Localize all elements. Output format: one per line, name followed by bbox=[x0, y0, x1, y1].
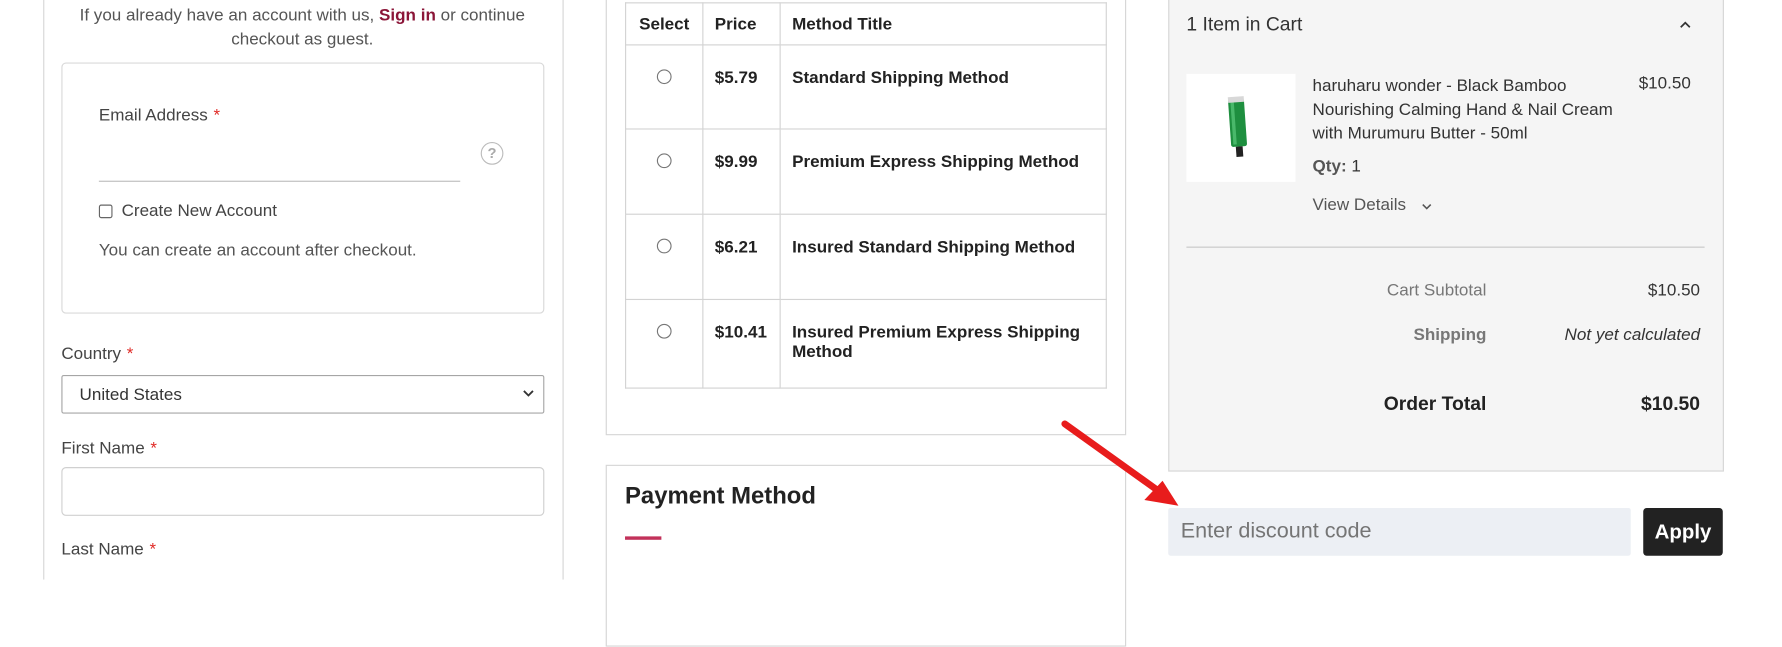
price-cell: $9.99 bbox=[702, 128, 781, 215]
last-name-label: Last Name * bbox=[61, 540, 156, 559]
email-label: Email Address * bbox=[99, 106, 220, 125]
subtotal-label: Cart Subtotal bbox=[1386, 280, 1487, 301]
required-mark: * bbox=[149, 539, 157, 560]
product-name: haruharu wonder - Black Bamboo Nourishin… bbox=[1312, 76, 1613, 144]
country-select-value: United States bbox=[79, 385, 182, 405]
country-select[interactable]: United States bbox=[61, 375, 545, 414]
required-mark: * bbox=[150, 438, 158, 458]
product-price: $10.50 bbox=[1638, 73, 1691, 94]
hand-cream-tube-image bbox=[1227, 96, 1247, 157]
column-header: Price bbox=[702, 2, 781, 46]
chevron-down-icon[interactable] bbox=[1421, 201, 1434, 211]
table-header-row: Select Price Method Title bbox=[625, 2, 1107, 46]
qty-value: 1 bbox=[1351, 156, 1361, 177]
sign-in-link[interactable]: Sign in bbox=[379, 6, 436, 25]
discount-code-input[interactable] bbox=[1168, 507, 1631, 556]
shipping-method-row[interactable]: $9.99 Premium Express Shipping Method bbox=[625, 128, 1107, 215]
country-label: Country * bbox=[61, 344, 133, 363]
divider bbox=[1186, 246, 1705, 248]
qty-label: Qty: bbox=[1312, 156, 1347, 177]
column-header: Select bbox=[625, 2, 704, 46]
price-cell: $5.79 bbox=[702, 44, 781, 130]
create-account-checkbox[interactable] bbox=[98, 204, 113, 219]
required-mark: * bbox=[213, 105, 221, 126]
required-mark: * bbox=[126, 344, 134, 364]
subtotal-value: $10.50 bbox=[1647, 280, 1701, 301]
login-notice-prefix: If you already have an account with us, bbox=[79, 5, 375, 26]
cart-item-count[interactable]: 1 Item in Cart bbox=[1186, 14, 1302, 37]
method-title-cell: Insured Premium Express Shipping Method bbox=[779, 298, 1107, 389]
product-quantity: Qty: 1 bbox=[1313, 157, 1361, 176]
method-title-cell: Premium Express Shipping Method bbox=[779, 128, 1107, 215]
shipping-radio[interactable] bbox=[656, 238, 672, 254]
method-title-cell: Standard Shipping Method bbox=[779, 44, 1107, 130]
email-input[interactable] bbox=[98, 148, 461, 182]
shipping-method-row[interactable]: $5.79 Standard Shipping Method bbox=[625, 44, 1107, 130]
question-circle-icon[interactable]: ? bbox=[480, 142, 504, 165]
shipping-radio[interactable] bbox=[656, 153, 672, 169]
login-notice: If you already have an account with us, … bbox=[64, 3, 541, 51]
first-name-input[interactable] bbox=[61, 467, 545, 516]
payment-method-title: Payment Method bbox=[625, 482, 816, 510]
checkout-page: If you already have an account with us, … bbox=[0, 0, 1782, 647]
email-label-text: Email Address bbox=[98, 105, 208, 126]
first-name-label-text: First Name bbox=[61, 438, 145, 458]
shipping-value: Not yet calculated bbox=[1564, 325, 1701, 345]
shipping-methods-table: Select Price Method Title $5.79 Standard… bbox=[625, 2, 1107, 389]
create-account-label: Create New Account bbox=[121, 201, 277, 221]
create-account-note: You can create an account after checkout… bbox=[98, 240, 417, 261]
apply-discount-button[interactable]: Apply bbox=[1643, 507, 1723, 556]
shipping-radio[interactable] bbox=[656, 323, 672, 339]
last-name-label-text: Last Name bbox=[61, 539, 144, 560]
view-details-toggle[interactable]: View Details bbox=[1313, 195, 1406, 214]
price-cell: $10.41 bbox=[702, 298, 781, 389]
select-cell bbox=[625, 298, 704, 389]
shipping-label: Shipping bbox=[1413, 325, 1487, 345]
product-thumbnail[interactable] bbox=[1186, 73, 1296, 182]
shipping-method-row[interactable]: $6.21 Insured Standard Shipping Method bbox=[625, 213, 1107, 301]
column-header: Method Title bbox=[779, 2, 1107, 46]
order-total-label: Order Total bbox=[1383, 393, 1487, 415]
title-underline bbox=[625, 536, 662, 540]
select-cell bbox=[625, 128, 704, 215]
email-section bbox=[61, 62, 545, 314]
select-cell bbox=[625, 213, 704, 301]
first-name-label: First Name * bbox=[61, 439, 157, 458]
chevron-down-icon bbox=[523, 390, 534, 397]
red-arrow-annotation bbox=[1061, 420, 1179, 506]
chevron-up-icon[interactable] bbox=[1677, 17, 1693, 33]
select-cell bbox=[625, 44, 704, 130]
order-total-value: $10.50 bbox=[1640, 393, 1701, 415]
shipping-radio[interactable] bbox=[656, 69, 672, 85]
method-title-cell: Insured Standard Shipping Method bbox=[779, 213, 1107, 301]
price-cell: $6.21 bbox=[702, 213, 781, 301]
country-label-text: Country bbox=[61, 344, 122, 364]
shipping-method-row[interactable]: $10.41 Insured Premium Express Shipping … bbox=[625, 298, 1107, 389]
